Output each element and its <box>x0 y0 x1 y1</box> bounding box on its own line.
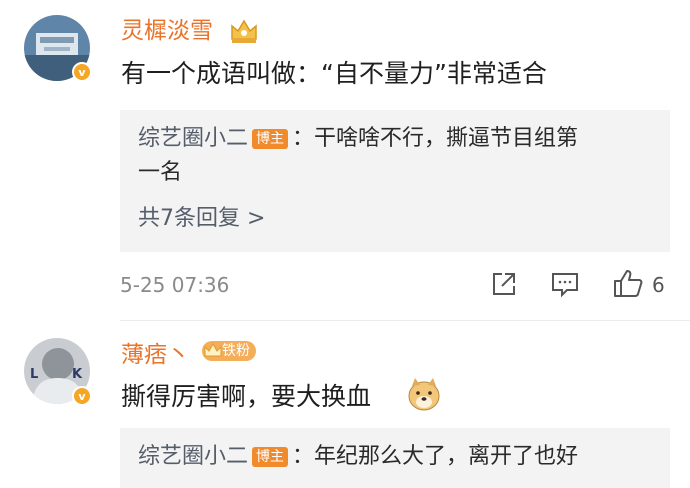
verified-badge-icon: v <box>72 386 92 406</box>
username[interactable]: 薄痞丶 <box>121 344 190 367</box>
reply-author-name[interactable]: 综艺圈小二 <box>138 444 248 469</box>
share-icon[interactable] <box>490 270 518 298</box>
author-tag: 博主 <box>252 129 289 149</box>
like-count: 6 <box>652 273 665 297</box>
reply-line-2: 一名 <box>138 160 183 185</box>
reply-line-1: 综艺圈小二 博主 ：干啥啥不行，撕逼节目组第 <box>138 128 578 150</box>
comment-text: 有一个成语叫做：“自不量力”非常适合 <box>121 59 547 88</box>
reply-text: ：干啥啥不行，撕逼节目组第 <box>292 126 579 151</box>
reply-author-name[interactable]: 综艺圈小二 <box>138 126 248 151</box>
comment-text: 撕得厉害啊，要大换血 <box>121 382 372 411</box>
username[interactable]: 灵樨淡雪 <box>121 20 213 43</box>
crown-badge-icon <box>229 17 259 45</box>
reply-text: ：年纪那么大了，离开了也好 <box>292 444 579 469</box>
reply-line-1: 综艺圈小二 博主 ：年纪那么大了，离开了也好 <box>138 446 578 468</box>
author-tag: 博主 <box>252 447 289 467</box>
doge-emoji-icon <box>406 376 442 412</box>
timestamp: 5-25 07:36 <box>120 273 230 297</box>
verified-badge-icon: v <box>72 62 92 82</box>
like-icon[interactable] <box>612 268 644 298</box>
fan-badge-label: 铁粉 <box>222 343 250 359</box>
comment-icon[interactable] <box>550 270 580 298</box>
divider <box>120 320 690 321</box>
svg-text:L: L <box>30 367 38 382</box>
fan-badge: 铁粉 <box>202 341 256 363</box>
more-replies-link[interactable]: 共7条回复 > <box>138 208 265 230</box>
svg-text:K: K <box>72 367 83 382</box>
crown-icon <box>204 343 222 357</box>
